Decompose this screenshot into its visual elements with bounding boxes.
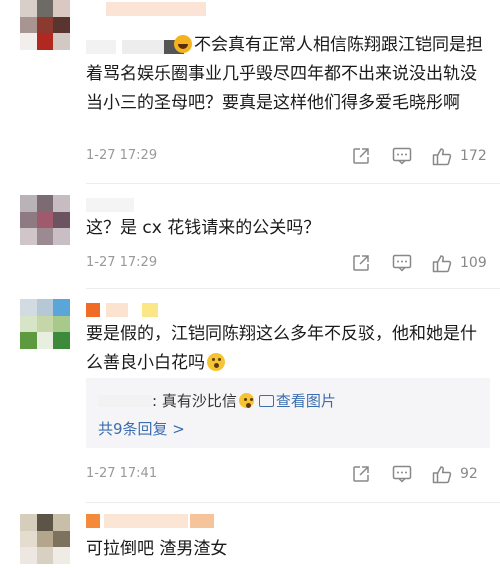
avatar[interactable] <box>20 299 70 349</box>
avatar[interactable] <box>20 0 70 50</box>
comment-icon <box>392 147 412 165</box>
avatar[interactable] <box>20 514 70 564</box>
comment-meta: 1-27 17:29 109 <box>86 253 490 273</box>
comment-icon <box>392 254 412 272</box>
share-button[interactable] <box>352 464 370 484</box>
badge-obscured <box>106 2 206 16</box>
thinking-emoji-icon <box>238 393 254 408</box>
more-replies-link[interactable]: 共9条回复 > <box>98 418 185 439</box>
comment-text: 要是假的，江铠同陈翔这么多年不反驳，他和她是什么善良小白花吗 <box>86 324 477 373</box>
like-button[interactable]: 92 <box>432 464 478 484</box>
thinking-emoji-icon <box>207 353 225 371</box>
share-icon <box>353 466 369 482</box>
comment-text: 这？是 cx 花钱请来的公关吗？ <box>86 218 321 238</box>
like-button[interactable]: 109 <box>432 253 487 273</box>
like-count: 109 <box>460 255 487 271</box>
reply-username-obscured[interactable] <box>98 395 152 407</box>
reply-text: : 真有沙比信 <box>152 392 237 410</box>
reply-preview[interactable]: : 真有沙比信 查看图片 共9条回复 > <box>86 378 490 448</box>
like-count: 172 <box>460 148 487 164</box>
comment-icon <box>392 465 412 483</box>
comment-button[interactable] <box>392 253 412 273</box>
like-count: 92 <box>460 466 478 482</box>
avatar[interactable] <box>20 195 70 245</box>
image-icon <box>258 395 274 407</box>
like-button[interactable]: 172 <box>432 146 487 166</box>
share-icon <box>353 255 369 271</box>
divider <box>86 288 500 289</box>
comment-meta: 1-27 17:41 92 <box>86 464 490 484</box>
thumbs-up-icon <box>432 254 452 272</box>
view-image-link[interactable]: 查看图片 <box>276 392 336 410</box>
comment-button[interactable] <box>392 464 412 484</box>
comment-button[interactable] <box>392 146 412 166</box>
divider <box>86 183 500 184</box>
reply-item: : 真有沙比信 查看图片 <box>98 390 336 411</box>
share-button[interactable] <box>352 146 370 166</box>
thumbs-up-icon <box>432 147 452 165</box>
share-icon <box>353 148 369 164</box>
timestamp: 1-27 17:29 <box>86 148 158 163</box>
share-button[interactable] <box>352 253 370 273</box>
laughing-emoji-icon <box>174 35 192 53</box>
timestamp: 1-27 17:29 <box>86 255 158 270</box>
thumbs-up-icon <box>432 465 452 483</box>
comment-meta: 1-27 17:29 172 <box>86 146 490 166</box>
divider <box>86 502 500 503</box>
comment-text: 可拉倒吧 渣男渣女 <box>86 539 228 559</box>
timestamp: 1-27 17:41 <box>86 466 158 481</box>
comment-text: 不会真有正常人相信陈翔跟江铠同是担着骂名娱乐圈事业几乎毁尽四年都不出来说没出轨没… <box>86 35 483 113</box>
